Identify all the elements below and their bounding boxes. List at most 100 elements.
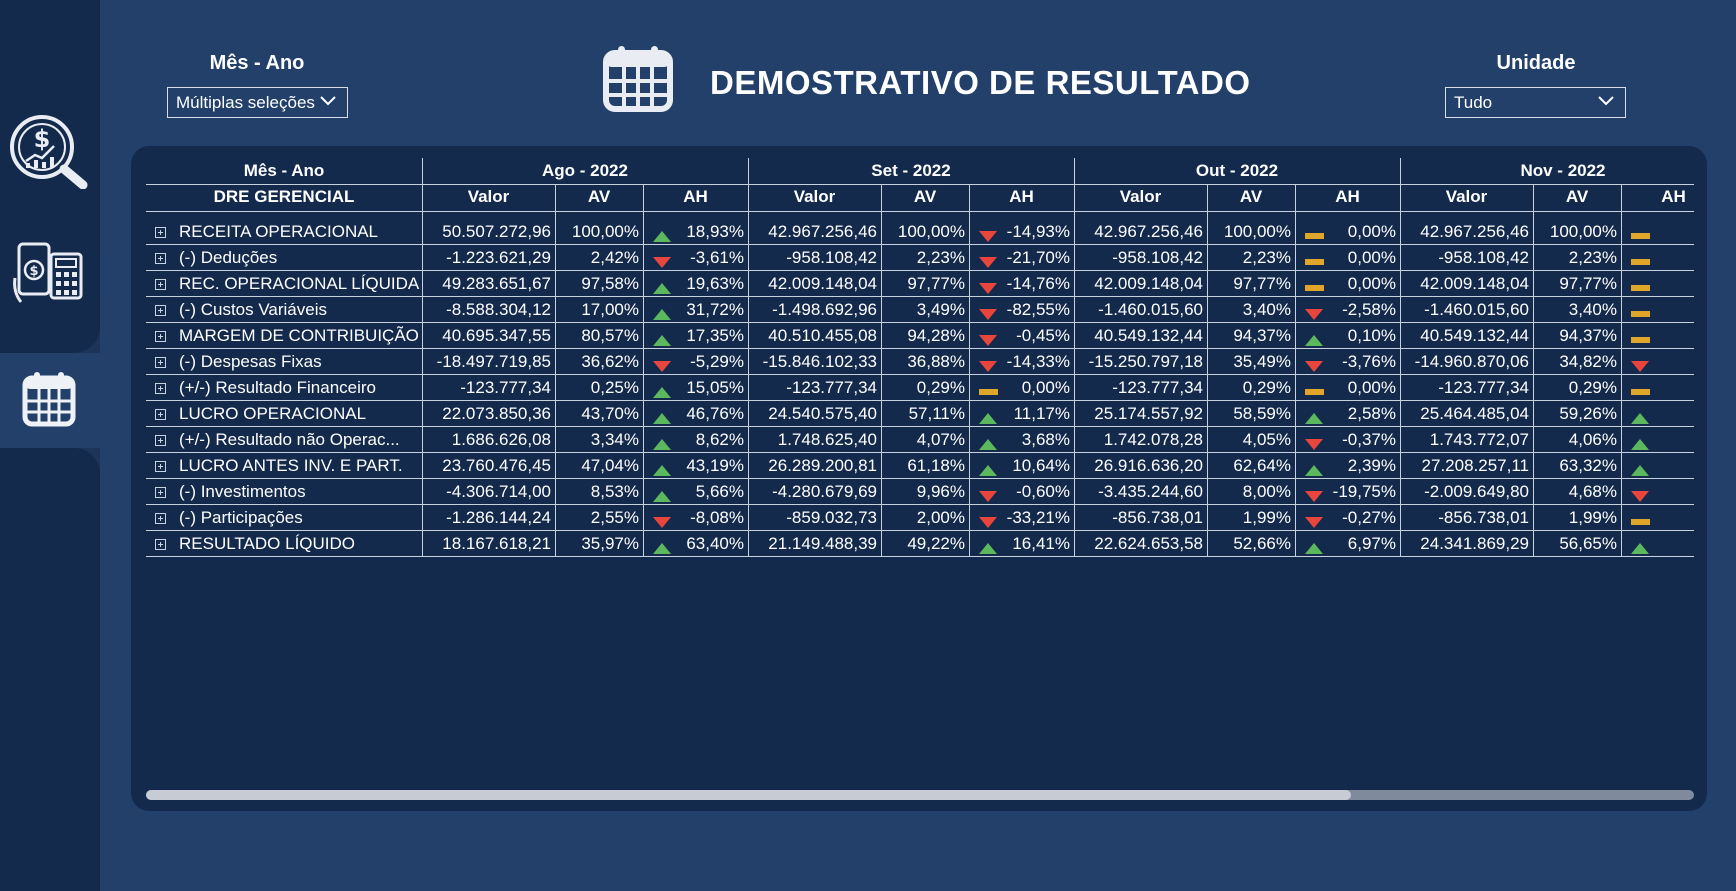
value-cell: 25.174.557,92: [1094, 404, 1203, 423]
ah-value: -5,29%: [690, 352, 744, 371]
column-divider: [1295, 184, 1296, 557]
av-cell: 94,28%: [907, 326, 965, 345]
av-cell: 62,64%: [1233, 456, 1291, 475]
row-label[interactable]: RECEITA OPERACIONAL: [146, 219, 422, 245]
av-cell: 58,59%: [1233, 404, 1291, 423]
ah-value: 5,66%: [695, 482, 744, 501]
value-cell: 1.686.626,08: [451, 430, 551, 449]
row-label-text: (-) Despesas Fixas: [179, 352, 322, 371]
expand-icon[interactable]: [155, 227, 166, 238]
value-cell: -958.108,42: [786, 248, 877, 267]
av-cell: 0,29%: [1568, 378, 1617, 397]
expand-icon[interactable]: [155, 435, 166, 446]
value-cell: 42.009.148,04: [768, 274, 877, 293]
expand-icon[interactable]: [155, 331, 166, 342]
row-label[interactable]: (+/-) Resultado Financeiro: [146, 375, 422, 401]
expand-icon[interactable]: [155, 279, 166, 290]
value-cell: -123.777,34: [460, 378, 551, 397]
trend-up-icon: [1630, 537, 1650, 563]
row-label[interactable]: LUCRO ANTES INV. E PART.: [146, 453, 422, 479]
trend-up-icon: [978, 537, 998, 563]
ah-value: 16,41%: [1012, 534, 1070, 553]
period-filter-select[interactable]: Múltiplas seleções: [167, 87, 348, 118]
value-cell: -856.738,01: [1438, 508, 1529, 527]
expand-icon[interactable]: [155, 253, 166, 264]
av-cell: 2,23%: [1242, 248, 1291, 267]
calendar-icon[interactable]: [22, 370, 76, 433]
value-cell: -15.846.102,33: [762, 352, 877, 371]
av-cell: 4,68%: [1568, 482, 1617, 501]
ah-value: 18,93%: [686, 222, 744, 241]
calculator-phone-icon[interactable]: $: [11, 240, 85, 309]
scrollbar-thumb[interactable]: [146, 790, 1351, 800]
row-label[interactable]: (-) Participações: [146, 505, 422, 531]
ah-value: -14,33%: [1006, 352, 1070, 371]
ah-cell: 0: [1621, 297, 1694, 323]
ah-value: 17,35%: [686, 326, 744, 345]
value-cell: 42.967.256,46: [1094, 222, 1203, 241]
column-divider: [422, 158, 423, 557]
horizontal-scrollbar[interactable]: [146, 790, 1694, 800]
ah-value: -82,55%: [1006, 300, 1070, 319]
column-divider: [1074, 158, 1075, 557]
ah-cell: -0,45%: [969, 323, 1074, 349]
ah-cell: 63,40%: [643, 531, 748, 557]
ah-value: -0,60%: [1016, 482, 1070, 501]
expand-icon[interactable]: [155, 539, 166, 550]
expand-icon[interactable]: [155, 409, 166, 420]
ah-cell: 1: [1621, 401, 1694, 427]
row-label[interactable]: REC. OPERACIONAL LÍQUIDA: [146, 271, 422, 297]
column-header: AV: [1565, 187, 1589, 206]
value-cell: -18.497.719,85: [436, 352, 551, 371]
dre-matrix: Mês - Ano DRE GERENCIAL Ago - 2022 Valor AV A…: [146, 158, 1694, 708]
ah-value: -14,93%: [1006, 222, 1070, 241]
expand-icon[interactable]: [155, 383, 166, 394]
row-label[interactable]: (-) Custos Variáveis: [146, 297, 422, 323]
value-cell: 26.916.636,20: [1094, 456, 1203, 475]
ah-cell: 0,00%: [1295, 375, 1400, 401]
av-cell: 17,00%: [581, 300, 639, 319]
ah-value: 8,62%: [695, 430, 744, 449]
value-cell: 40.695.347,55: [442, 326, 551, 345]
expand-icon[interactable]: [155, 305, 166, 316]
unit-filter-select[interactable]: Tudo: [1445, 87, 1626, 118]
value-cell: 42.009.148,04: [1420, 274, 1529, 293]
value-cell: -1.286.144,24: [446, 508, 551, 527]
expand-icon[interactable]: [155, 487, 166, 498]
av-cell: 94,37%: [1233, 326, 1291, 345]
row-label[interactable]: MARGEM DE CONTRIBUIÇÃO: [146, 323, 422, 349]
ah-value: 2,58%: [1347, 404, 1396, 423]
ah-value: 11,17%: [1013, 404, 1070, 423]
av-cell: 4,07%: [916, 430, 965, 449]
row-label[interactable]: LUCRO OPERACIONAL: [146, 401, 422, 427]
ah-value: -14,76%: [1006, 274, 1070, 293]
value-cell: -1.460.015,60: [1098, 300, 1203, 319]
ah-cell: -19,75%: [1295, 479, 1400, 505]
dollar-search-icon[interactable]: $: [8, 113, 88, 194]
ah-value: -3,61%: [690, 248, 744, 267]
row-label-text: RESULTADO LÍQUIDO: [179, 534, 356, 553]
expand-icon[interactable]: [155, 357, 166, 368]
row-label[interactable]: (+/-) Resultado não Operac...: [146, 427, 422, 453]
row-label[interactable]: RESULTADO LÍQUIDO: [146, 531, 422, 557]
value-cell: -8.588.304,12: [446, 300, 551, 319]
av-cell: 1,99%: [1242, 508, 1291, 527]
row-label[interactable]: (-) Investimentos: [146, 479, 422, 505]
unit-filter-value: Tudo: [1454, 93, 1493, 112]
ah-cell: -5,29%: [643, 349, 748, 375]
row-label[interactable]: (-) Deduções: [146, 245, 422, 271]
value-cell: 1.748.625,40: [777, 430, 877, 449]
row-label[interactable]: (-) Despesas Fixas: [146, 349, 422, 375]
expand-icon[interactable]: [155, 461, 166, 472]
ah-value: 6,97%: [1347, 534, 1396, 553]
av-cell: 8,53%: [590, 482, 639, 501]
trend-up-icon: [1304, 537, 1324, 563]
ah-cell: 0: [1621, 323, 1694, 349]
row-label-text: RECEITA OPERACIONAL: [179, 222, 379, 241]
expand-icon[interactable]: [155, 513, 166, 524]
ah-cell: -14,93%: [969, 219, 1074, 245]
av-cell: 100,00%: [1223, 222, 1291, 241]
av-cell: 2,23%: [916, 248, 965, 267]
ah-cell: -21,70%: [969, 245, 1074, 271]
column-divider: [969, 184, 970, 557]
